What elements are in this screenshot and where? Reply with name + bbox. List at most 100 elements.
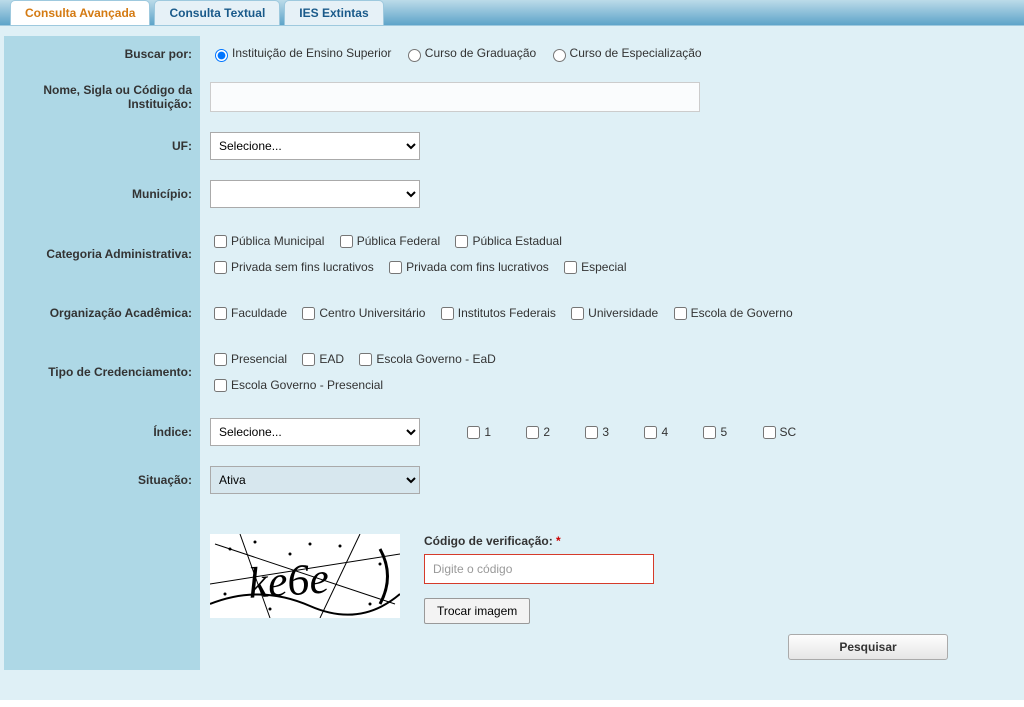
- check-indice-5[interactable]: 5: [699, 425, 727, 439]
- radio-ies-label: Instituição de Ensino Superior: [232, 46, 391, 60]
- check-indice-3-label: 3: [602, 425, 609, 439]
- check-indice-5-input[interactable]: [703, 426, 716, 439]
- check-institutos-fed-label: Institutos Federais: [458, 306, 556, 320]
- label-captcha-blank: [4, 504, 200, 670]
- select-indice[interactable]: Selecione...: [210, 418, 420, 446]
- check-ead[interactable]: EAD: [298, 352, 344, 366]
- check-indice-4-label: 4: [661, 425, 668, 439]
- radio-graduacao-input[interactable]: [408, 49, 421, 62]
- tab-consulta-avancada[interactable]: Consulta Avançada: [10, 0, 150, 25]
- check-presencial[interactable]: Presencial: [210, 352, 287, 366]
- label-uf: UF:: [4, 122, 200, 170]
- label-situacao: Situação:: [4, 456, 200, 504]
- check-indice-sc-label: SC: [780, 425, 797, 439]
- check-escola-gov-presencial[interactable]: Escola Governo - Presencial: [210, 378, 383, 392]
- check-universidade-label: Universidade: [588, 306, 658, 320]
- check-institutos-fed-input[interactable]: [441, 307, 454, 320]
- label-indice: Índice:: [4, 408, 200, 456]
- check-publica-municipal-input[interactable]: [214, 235, 227, 248]
- check-escola-governo[interactable]: Escola de Governo: [670, 306, 793, 320]
- check-especial-input[interactable]: [564, 261, 577, 274]
- check-indice-1-input[interactable]: [467, 426, 480, 439]
- check-ead-input[interactable]: [302, 353, 315, 366]
- select-uf[interactable]: Selecione...: [210, 132, 420, 160]
- check-publica-municipal[interactable]: Pública Municipal: [210, 234, 324, 248]
- check-universidade-input[interactable]: [571, 307, 584, 320]
- radio-ies-input[interactable]: [215, 49, 228, 62]
- check-indice-2[interactable]: 2: [522, 425, 550, 439]
- check-privada-com-fins-label: Privada com fins lucrativos: [406, 260, 549, 274]
- check-indice-4-input[interactable]: [644, 426, 657, 439]
- check-publica-federal[interactable]: Pública Federal: [336, 234, 440, 248]
- check-indice-sc-input[interactable]: [763, 426, 776, 439]
- check-faculdade-input[interactable]: [214, 307, 227, 320]
- check-indice-3-input[interactable]: [585, 426, 598, 439]
- check-ead-label: EAD: [319, 352, 344, 366]
- radio-especializacao[interactable]: Curso de Especialização: [548, 46, 702, 60]
- select-situacao[interactable]: Ativa: [210, 466, 420, 494]
- check-publica-estadual-label: Pública Estadual: [472, 234, 561, 248]
- check-publica-federal-label: Pública Federal: [357, 234, 440, 248]
- check-publica-federal-input[interactable]: [340, 235, 353, 248]
- label-municipio: Município:: [4, 170, 200, 218]
- check-escola-gov-ead[interactable]: Escola Governo - EaD: [355, 352, 495, 366]
- check-indice-5-label: 5: [720, 425, 727, 439]
- label-categoria: Categoria Administrativa:: [4, 218, 200, 290]
- tab-ies-extintas[interactable]: IES Extintas: [284, 0, 383, 25]
- input-nome-sigla[interactable]: [210, 82, 700, 112]
- captcha-required-mark: *: [556, 534, 561, 548]
- check-institutos-fed[interactable]: Institutos Federais: [437, 306, 556, 320]
- svg-text:ke6e: ke6e: [247, 553, 331, 608]
- tab-bar: Consulta Avançada Consulta Textual IES E…: [0, 0, 1024, 26]
- radio-especializacao-label: Curso de Especialização: [570, 46, 702, 60]
- check-publica-municipal-label: Pública Municipal: [231, 234, 324, 248]
- check-centro-univ-input[interactable]: [302, 307, 315, 320]
- search-button[interactable]: Pesquisar: [788, 634, 948, 660]
- label-organizacao: Organização Acadêmica:: [4, 290, 200, 336]
- radio-ies[interactable]: Instituição de Ensino Superior: [210, 46, 391, 60]
- check-escola-governo-label: Escola de Governo: [691, 306, 793, 320]
- check-indice-1[interactable]: 1: [463, 425, 491, 439]
- check-indice-2-label: 2: [543, 425, 550, 439]
- check-privada-com-fins[interactable]: Privada com fins lucrativos: [385, 260, 549, 274]
- check-faculdade-label: Faculdade: [231, 306, 287, 320]
- check-escola-gov-ead-input[interactable]: [359, 353, 372, 366]
- check-escola-gov-presencial-input[interactable]: [214, 379, 227, 392]
- check-universidade[interactable]: Universidade: [567, 306, 658, 320]
- check-escola-governo-input[interactable]: [674, 307, 687, 320]
- check-indice-4[interactable]: 4: [640, 425, 668, 439]
- check-centro-univ[interactable]: Centro Universitário: [298, 306, 425, 320]
- tab-consulta-textual[interactable]: Consulta Textual: [154, 0, 280, 25]
- check-indice-2-input[interactable]: [526, 426, 539, 439]
- radio-graduacao-label: Curso de Graduação: [425, 46, 536, 60]
- check-especial-label: Especial: [581, 260, 626, 274]
- check-indice-1-label: 1: [484, 425, 491, 439]
- select-municipio[interactable]: [210, 180, 420, 208]
- captcha-label-text: Código de verificação:: [424, 534, 553, 548]
- check-privada-sem-fins-input[interactable]: [214, 261, 227, 274]
- check-privada-sem-fins-label: Privada sem fins lucrativos: [231, 260, 374, 274]
- radio-especializacao-input[interactable]: [553, 49, 566, 62]
- check-escola-gov-ead-label: Escola Governo - EaD: [376, 352, 495, 366]
- check-presencial-label: Presencial: [231, 352, 287, 366]
- check-privada-com-fins-input[interactable]: [389, 261, 402, 274]
- radio-graduacao[interactable]: Curso de Graduação: [403, 46, 536, 60]
- label-nome-sigla: Nome, Sigla ou Código da Instituição:: [4, 72, 200, 122]
- captcha-image: ke6e: [210, 534, 400, 618]
- check-indice-3[interactable]: 3: [581, 425, 609, 439]
- check-publica-estadual-input[interactable]: [455, 235, 468, 248]
- check-centro-univ-label: Centro Universitário: [319, 306, 425, 320]
- swap-captcha-button[interactable]: Trocar imagem: [424, 598, 530, 624]
- label-tipo-cred: Tipo de Credenciamento:: [4, 336, 200, 408]
- captcha-input[interactable]: [424, 554, 654, 584]
- check-privada-sem-fins[interactable]: Privada sem fins lucrativos: [210, 260, 374, 274]
- captcha-label: Código de verificação: *: [424, 534, 654, 548]
- check-especial[interactable]: Especial: [560, 260, 626, 274]
- check-indice-sc[interactable]: SC: [759, 425, 797, 439]
- check-publica-estadual[interactable]: Pública Estadual: [451, 234, 561, 248]
- check-presencial-input[interactable]: [214, 353, 227, 366]
- label-buscar-por: Buscar por:: [4, 36, 200, 72]
- form-content: Buscar por: Instituição de Ensino Superi…: [0, 26, 1024, 700]
- check-faculdade[interactable]: Faculdade: [210, 306, 287, 320]
- check-escola-gov-presencial-label: Escola Governo - Presencial: [231, 378, 383, 392]
